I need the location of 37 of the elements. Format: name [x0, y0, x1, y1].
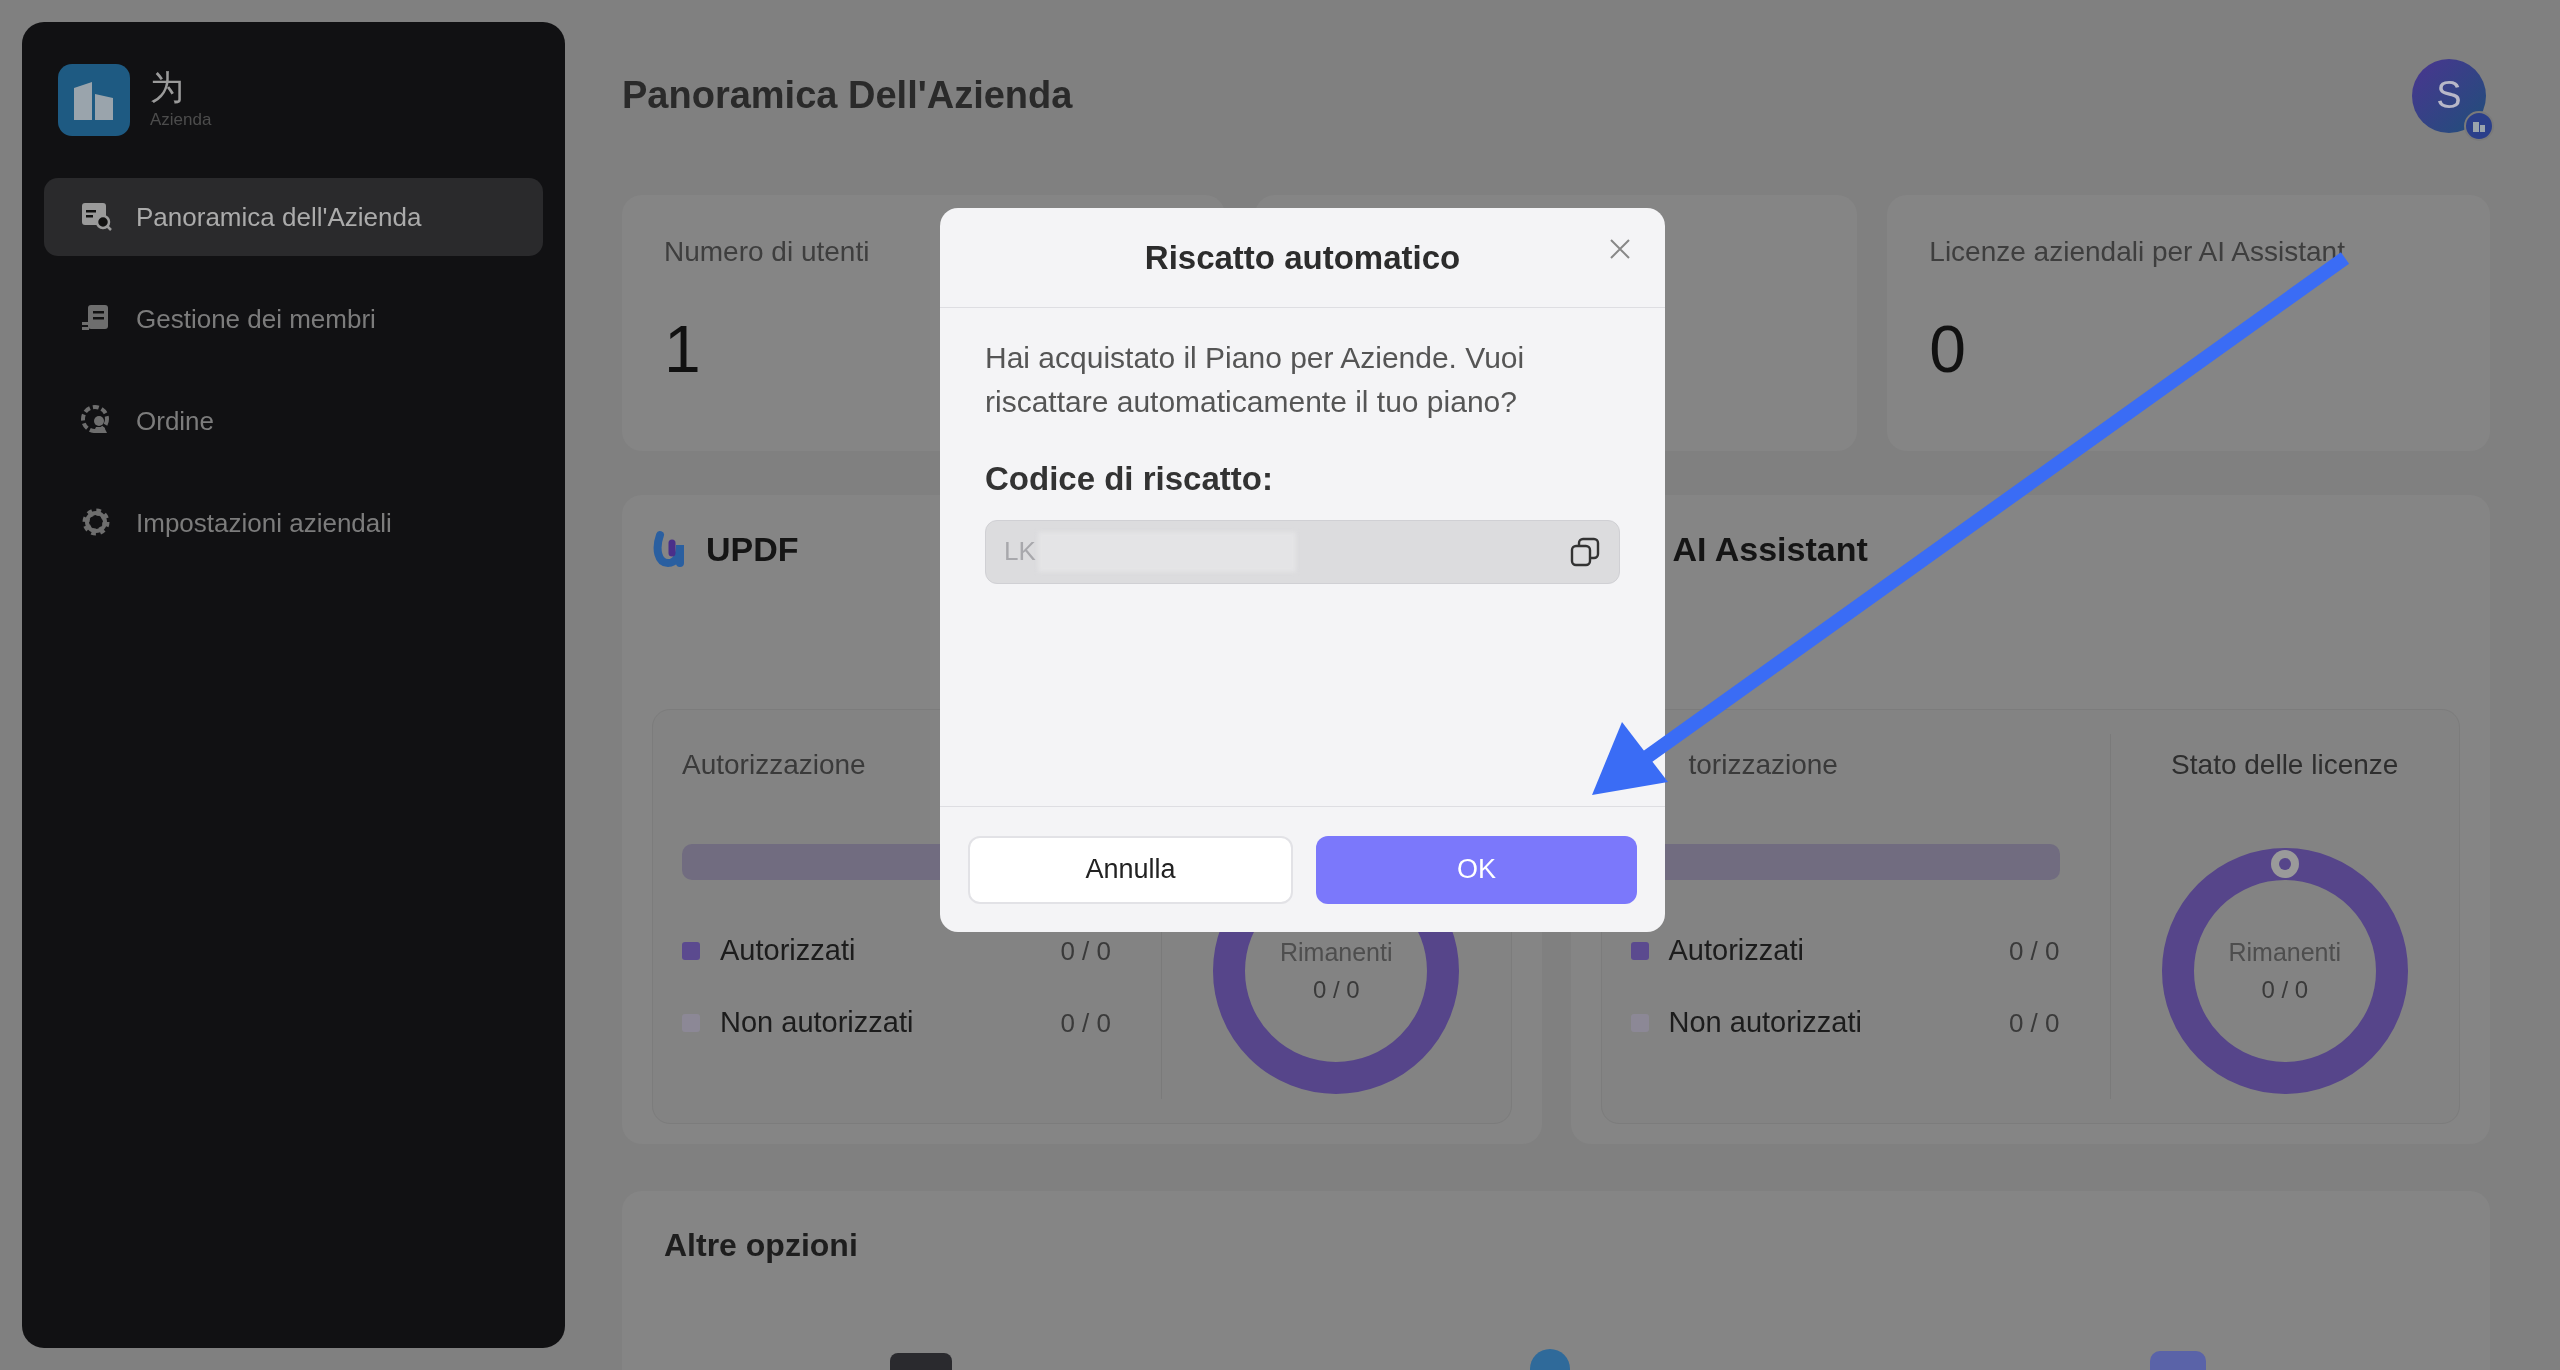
product-title: AI Assistant: [1672, 528, 1868, 570]
dialog-title: Riscatto automatico: [1144, 237, 1461, 278]
legend-value: 0 / 0: [2008, 1006, 2060, 1040]
sidebar-item[interactable]: Ordine: [44, 382, 543, 460]
donut-value: 0 / 0: [2261, 974, 2309, 1005]
stat-value: 0: [1929, 311, 1967, 387]
dialog-message: Hai acquistato il Piano per Aziende. Vuoi riscattare automaticamente il tuo piano?: [985, 340, 1526, 420]
building-badge-icon: [2464, 110, 2494, 141]
stat-label: Numero di utenti: [664, 235, 870, 269]
legend-label: Non autorizzati: [720, 1005, 914, 1041]
legend-value: 0 / 0: [2008, 934, 2060, 968]
copy-icon[interactable]: [1569, 535, 1601, 568]
stat-value: 1: [664, 311, 701, 387]
section-title: Altre opzioni: [664, 1226, 859, 1265]
ok-button[interactable]: OK: [1316, 835, 1637, 904]
stat-label: Licenze aziendali per AI Assistant: [1929, 235, 2345, 269]
product-title: UPDF: [706, 528, 799, 570]
status-title: Stato delle licenze: [2171, 748, 2399, 778]
legend-label: Autorizzati: [1668, 933, 1804, 969]
legend-value: 0 / 0: [1060, 934, 1111, 968]
sidebar-item[interactable]: Panoramica dell'Azienda: [44, 178, 543, 256]
company-name: 为: [150, 67, 185, 108]
building-icon: [58, 64, 130, 136]
avatar[interactable]: S: [2412, 58, 2486, 133]
sidebar-item[interactable]: Impostazioni aziendali: [44, 484, 543, 562]
sidebar-item[interactable]: Gestione dei membri: [44, 280, 543, 358]
company-subtitle: Azienda: [150, 109, 212, 132]
legend-label: Autorizzati: [720, 933, 856, 969]
code-label: Codice di riscatto:: [985, 459, 1274, 499]
auth-label: torizzazione: [1687, 748, 1839, 782]
cancel-button[interactable]: Annulla: [968, 835, 1293, 904]
legend-label: Non autorizzati: [1668, 1005, 1862, 1041]
close-icon[interactable]: [1609, 238, 1631, 260]
page-title: Panoramica Dell'Azienda: [622, 73, 1073, 118]
donut-value: 0 / 0: [1312, 974, 1360, 1005]
legend-value: 0 / 0: [1060, 1006, 1111, 1040]
auth-label: Autorizzazione: [682, 748, 867, 782]
